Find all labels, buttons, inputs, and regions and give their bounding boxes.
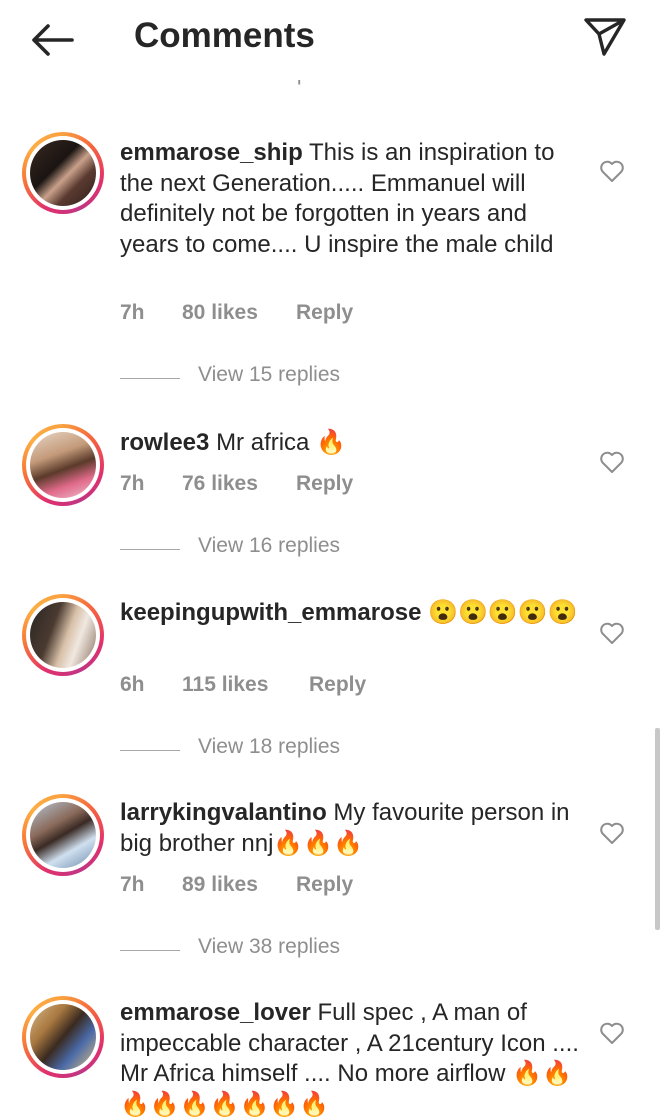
avatar[interactable] (22, 424, 104, 506)
heart-outline-icon[interactable] (599, 450, 625, 474)
scrollbar[interactable] (655, 728, 660, 930)
comment-time: 6h (120, 673, 145, 696)
back-button[interactable] (28, 20, 76, 60)
comment-text: emmarose_lover Full spec , A man of impe… (120, 998, 590, 1120)
comment-time: 7h (120, 301, 145, 324)
reply-divider (120, 750, 180, 751)
view-replies-row[interactable]: View 18 replies (120, 735, 420, 765)
reply-divider (120, 950, 180, 951)
avatar[interactable] (22, 996, 104, 1078)
reply-button[interactable]: Reply (296, 301, 353, 325)
reply-divider (120, 378, 180, 379)
paper-plane-icon (584, 18, 626, 56)
comment-time: 7h (120, 472, 145, 495)
comment-username[interactable]: rowlee3 (120, 429, 209, 456)
comment-username[interactable]: emmarose_lover (120, 999, 311, 1026)
share-button[interactable] (582, 14, 628, 60)
comment-likes[interactable]: 76 likes (182, 472, 258, 496)
heart-outline-icon[interactable] (599, 621, 625, 645)
comment-text: emmarose_ship This is an inspiration to … (120, 138, 590, 260)
avatar[interactable] (22, 132, 104, 214)
header-bar: Comments (0, 0, 664, 80)
comment-text: keepingupwith_emmarose 😮😮😮😮😮 (120, 598, 590, 629)
comment-body: Mr africa 🔥 (216, 429, 346, 456)
comment-likes[interactable]: 80 likes (182, 301, 258, 325)
reply-button[interactable]: Reply (296, 472, 353, 496)
heart-outline-icon[interactable] (599, 1021, 625, 1045)
reply-button[interactable]: Reply (309, 673, 366, 697)
comment-text: larrykingvalantino My favourite person i… (120, 798, 590, 859)
comment-username[interactable]: emmarose_ship (120, 139, 303, 166)
view-replies-row[interactable]: View 15 replies (120, 363, 420, 393)
comment-text: rowlee3 Mr africa 🔥 (120, 428, 590, 459)
heart-outline-icon[interactable] (599, 821, 625, 845)
comment-username[interactable]: larrykingvalantino (120, 799, 327, 826)
heart-outline-icon[interactable] (599, 159, 625, 183)
view-replies-label[interactable]: View 16 replies (198, 534, 340, 558)
comment-likes[interactable]: 89 likes (182, 873, 258, 897)
page-title: Comments (134, 16, 315, 55)
avatar[interactable] (22, 794, 104, 876)
view-replies-row[interactable]: View 38 replies (120, 935, 420, 965)
arrow-left-icon (32, 24, 74, 56)
view-replies-label[interactable]: View 38 replies (198, 935, 340, 959)
avatar[interactable] (22, 594, 104, 676)
comment-time: 7h (120, 873, 145, 896)
view-replies-row[interactable]: View 16 replies (120, 534, 420, 564)
comment-username[interactable]: keepingupwith_emmarose (120, 599, 421, 626)
reply-divider (120, 549, 180, 550)
comment-likes[interactable]: 115 likes (182, 673, 268, 697)
view-replies-label[interactable]: View 18 replies (198, 735, 340, 759)
view-replies-label[interactable]: View 15 replies (198, 363, 340, 387)
reply-button[interactable]: Reply (296, 873, 353, 897)
comment-body: 😮😮😮😮😮 (428, 599, 578, 626)
